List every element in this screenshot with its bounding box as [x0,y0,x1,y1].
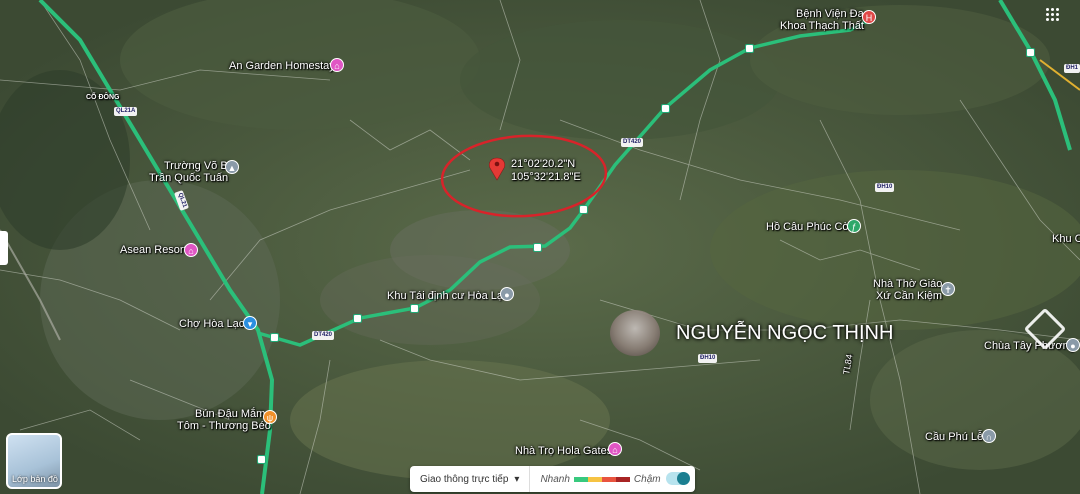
place-label-cau-phu-le[interactable]: Cầu Phú Lễ [925,431,983,444]
traffic-dropdown[interactable]: Giao thông trực tiếp ▾ [410,466,531,492]
traffic-color-scale [573,476,630,482]
place-label-co-dong: CỔ ĐÔNG [86,94,120,101]
road-shield-dh1: ĐH1 [1064,64,1080,73]
hotel-icon[interactable]: ⌂ [608,442,622,456]
place-label-an-garden[interactable]: An Garden Homestay [229,60,335,73]
shopping-cart-icon[interactable]: ▾ [243,316,257,330]
road-shield-dh10: ĐH10 [875,183,895,192]
map-layers-label: Lớp bản đồ [12,474,58,484]
school-icon[interactable]: ▲ [225,160,239,174]
route-marker [533,243,542,252]
hospital-icon[interactable]: H [862,10,876,24]
place-label-asean-resort[interactable]: Asean Resort [120,244,187,257]
place-label-bun-dau-line2[interactable]: Tôm - Thương Béo [177,420,271,433]
traffic-label: Giao thông trực tiếp [420,473,509,485]
place-label-khu-c[interactable]: Khu C [1052,233,1080,246]
watermark-text: NGUYỄN NGỌC THỊNH [676,322,894,344]
apps-grid-icon[interactable] [1046,8,1060,22]
place-label-truong-vo-bi-line2[interactable]: Trần Quốc Tuấn [149,172,228,185]
route-marker [1026,48,1035,57]
road-shield-dt420: DT420 [312,331,335,340]
hotel-icon[interactable]: ⌂ [330,58,344,72]
route-marker [410,304,419,313]
route-marker [745,44,754,53]
route-marker [353,314,362,323]
route-marker [579,205,588,214]
place-label-nha-tho-line2[interactable]: Xứ Cần Kiệm [876,290,942,303]
fishing-icon[interactable]: ƒ [847,219,861,233]
place-label-nha-tro[interactable]: Nhà Trọ Hola Gates [515,445,612,458]
place-icon[interactable]: ● [500,287,514,301]
traffic-legend: Giao thông trực tiếp ▾ Nhanh Chậm [410,466,695,492]
place-label-cho-hoa-lac[interactable]: Chợ Hòa Lạc [179,318,244,331]
route-marker [257,455,266,464]
road-shield-ql21a: QL21A [114,107,138,116]
coordinate-lat: 21°02'20.2"N [511,158,576,170]
bridge-icon[interactable]: ∩ [982,429,996,443]
hotel-icon[interactable]: ⌂ [184,243,198,257]
route-marker [661,104,670,113]
place-label-khu-tai-dinh-cu[interactable]: Khu Tái định cư Hòa Lạc [387,290,509,303]
church-icon[interactable]: ✝ [941,282,955,296]
place-label-benh-vien-line2[interactable]: Khoa Thạch Thất [780,20,864,33]
place-label-ho-cau[interactable]: Hồ Câu Phúc Còi [766,221,851,234]
traffic-slow-label: Chậm [633,473,661,485]
route-marker [270,333,279,342]
collapse-side-panel-button[interactable] [0,231,8,265]
road-shield-dt420: DT420 [621,138,644,147]
road-shield-dh10: ĐH10 [698,354,718,363]
map-layers-button[interactable]: Lớp bản đồ [6,433,62,489]
place-icon[interactable]: ● [1066,338,1080,352]
traffic-fast-label: Nhanh [540,473,570,485]
restaurant-icon[interactable]: ψ [263,410,277,424]
coordinate-lng: 105°32'21.8"E [511,171,581,183]
watermark-avatar [610,310,660,356]
dropdown-arrow-icon: ▾ [514,473,520,485]
traffic-toggle[interactable] [666,472,690,485]
place-label-chua-tay-phuong[interactable]: Chùa Tây Phương [984,340,1075,353]
